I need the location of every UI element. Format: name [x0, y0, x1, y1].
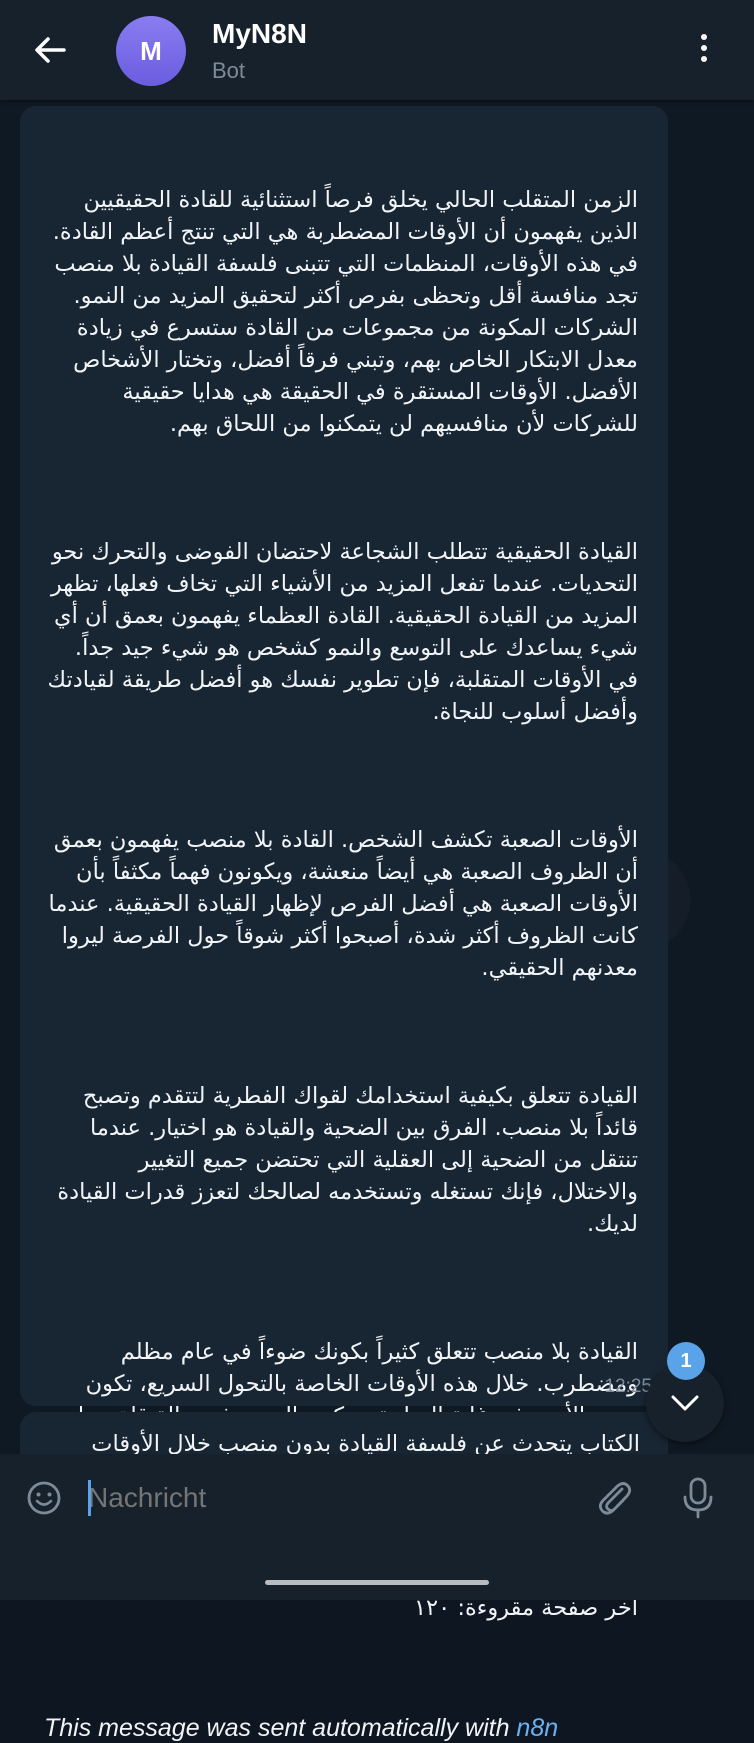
- emoji-icon: [27, 1481, 61, 1515]
- unread-badge[interactable]: 1: [667, 1342, 705, 1380]
- voice-button[interactable]: [680, 1476, 716, 1520]
- message-input[interactable]: [88, 1476, 568, 1520]
- more-vert-icon[interactable]: [696, 34, 712, 68]
- chat-title[interactable]: MyN8N: [212, 18, 307, 50]
- attach-button[interactable]: [594, 1478, 634, 1518]
- message-bubble[interactable]: الزمن المتقلب الحالي يخلق فرصاً استثنائي…: [20, 106, 668, 1742]
- composer-bar: [0, 1454, 754, 1540]
- chevron-down-icon: [671, 1395, 699, 1411]
- chat-header: M MyN8N Bot: [0, 0, 754, 100]
- message-paragraph: الزمن المتقلب الحالي يخلق فرصاً استثنائي…: [45, 187, 638, 437]
- chat-subtitle: Bot: [212, 58, 246, 83]
- auto-sent-notice: This message was sent automatically with…: [44, 1714, 638, 1743]
- message-paragraph: القيادة تتعلق بكيفية استخدامك لقواك الفط…: [50, 1083, 638, 1237]
- home-indicator[interactable]: [265, 1580, 489, 1585]
- avatar[interactable]: M: [116, 16, 186, 86]
- back-arrow-icon: [35, 37, 66, 63]
- auto-sent-text: This message was sent automatically with: [44, 1714, 517, 1742]
- emoji-button[interactable]: [26, 1480, 62, 1516]
- text-cursor: [88, 1480, 91, 1516]
- microphone-icon: [683, 1477, 713, 1519]
- message-time: 12:25: [604, 1376, 652, 1397]
- system-nav-bar: [0, 1540, 754, 1600]
- message-paragraph: القيادة الحقيقية تتطلب الشجاعة لاحتضان ا…: [40, 539, 638, 725]
- paperclip-icon: [598, 1482, 632, 1515]
- n8n-link[interactable]: n8n: [516, 1714, 558, 1742]
- back-button[interactable]: [30, 30, 70, 70]
- message-paragraph: الأوقات الصعبة تكشف الشخص. القادة بلا من…: [41, 827, 638, 981]
